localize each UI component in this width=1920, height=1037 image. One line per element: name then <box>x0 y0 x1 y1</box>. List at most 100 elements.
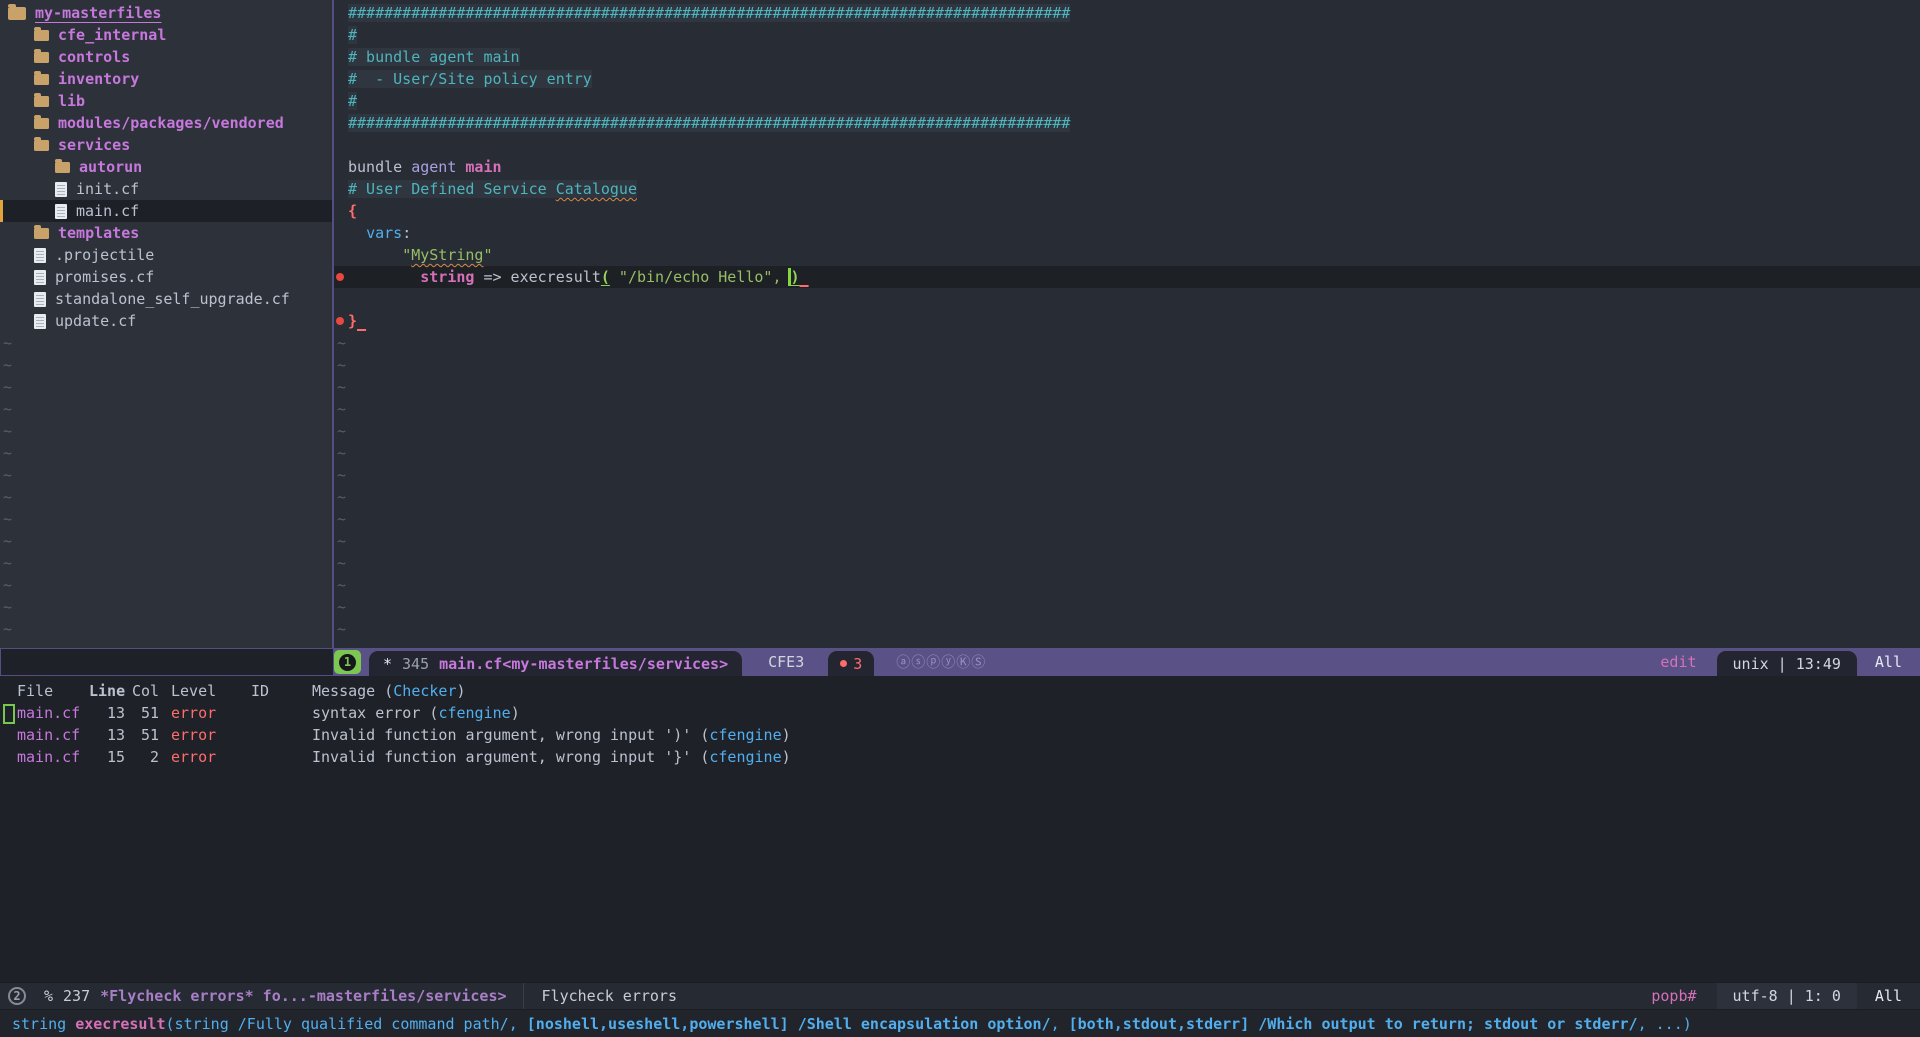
empty-line-tilde: ~ <box>334 596 1920 618</box>
buffer-info-chip[interactable]: * 345 main.cf<my-masterfiles/services> <box>369 651 742 676</box>
line-content: # User Defined Service Catalogue <box>348 178 637 200</box>
tree-item[interactable]: cfe_internal <box>0 24 332 46</box>
line-content: ########################################… <box>348 2 1070 24</box>
tree-item-label: inventory <box>58 70 139 88</box>
empty-line-tilde: ~ <box>0 486 332 508</box>
editor-line[interactable]: # <box>334 24 1920 46</box>
tree-item[interactable]: .projectile <box>0 244 332 266</box>
tree-root-item[interactable]: my-masterfiles <box>0 2 332 24</box>
flycheck-error-count-chip[interactable]: 3 <box>828 651 874 676</box>
modeline-row: 1 * 345 main.cf<my-masterfiles/services>… <box>0 648 1920 676</box>
editor-line[interactable]: ########################################… <box>334 2 1920 24</box>
tree-item[interactable]: controls <box>0 46 332 68</box>
tree-item[interactable]: update.cf <box>0 310 332 332</box>
buffer-size-2: 237 <box>63 987 90 1005</box>
tree-item[interactable]: main.cf <box>0 200 332 222</box>
tree-item[interactable]: promises.cf <box>0 266 332 288</box>
code-segment: Catalogue <box>556 180 637 198</box>
editor-line[interactable]: ########################################… <box>334 112 1920 134</box>
major-mode[interactable]: CFE3 <box>768 653 804 671</box>
line-content: ########################################… <box>348 112 1070 134</box>
line-content: bundle agent main <box>348 156 502 178</box>
buffer-size: 345 <box>402 655 429 673</box>
empty-line-tilde: ~ <box>0 574 332 596</box>
minor-mode-icons: ⓐⓢⓟⓨⓀⓈ <box>896 652 986 672</box>
popup-state: popb# <box>1651 987 1696 1005</box>
error-message-text: Invalid function argument, wrong input '… <box>312 748 709 766</box>
line-content: string => execresult( "/bin/echo Hello",… <box>348 266 809 288</box>
error-row[interactable]: main.cf1351errorsyntax error (cfengine) <box>0 702 1920 724</box>
editor-line[interactable] <box>334 288 1920 310</box>
header-col[interactable]: Col <box>132 682 159 700</box>
empty-line-tilde: ~ <box>0 420 332 442</box>
tree-root-label: my-masterfiles <box>35 4 161 22</box>
fringe <box>334 2 348 24</box>
modeline-active: 1 * 345 main.cf<my-masterfiles/services>… <box>334 648 1920 676</box>
fringe <box>334 222 348 244</box>
empty-line-tilde: ~ <box>334 442 1920 464</box>
editor-line[interactable]: # User Defined Service Catalogue <box>334 178 1920 200</box>
fringe <box>334 68 348 90</box>
empty-line-tilde: ~ <box>0 442 332 464</box>
eldoc-signature: string execresult(string /Fully qualifie… <box>12 1015 1692 1033</box>
editor-line[interactable] <box>334 134 1920 156</box>
empty-line-tilde: ~ <box>334 398 1920 420</box>
error-col: 51 <box>132 726 159 744</box>
error-line: 13 <box>89 726 125 744</box>
tree-item[interactable]: lib <box>0 90 332 112</box>
error-row[interactable]: main.cf152errorInvalid function argument… <box>0 746 1920 768</box>
code-segment <box>348 268 420 286</box>
errors-rows: main.cf1351errorsyntax error (cfengine) m… <box>0 702 1920 768</box>
editor-line[interactable]: bundle agent main <box>334 156 1920 178</box>
eldoc-segment: (string /Fully qualified command path/, <box>166 1015 527 1033</box>
code-segment: { <box>348 202 357 220</box>
file-icon <box>34 314 46 329</box>
editor-line[interactable]: { <box>334 200 1920 222</box>
empty-line-tilde: ~ <box>334 530 1920 552</box>
tree-item-label: autorun <box>79 158 142 176</box>
error-row[interactable]: main.cf1351errorInvalid function argumen… <box>0 724 1920 746</box>
file-icon <box>34 292 46 307</box>
error-level: error <box>171 704 231 722</box>
editor-line[interactable]: # - User/Site policy entry <box>334 68 1920 90</box>
tree-items: cfe_internalcontrols inventory libmodules/… <box>0 24 332 332</box>
editor-line[interactable]: vars: <box>334 222 1920 244</box>
treemacs-sidebar[interactable]: my-masterfiles cfe_internalcontrols inven… <box>0 0 332 648</box>
error-checker: cfengine <box>709 726 781 744</box>
line-content: # - User/Site policy entry <box>348 68 592 90</box>
code-segment <box>357 312 366 330</box>
error-checker: cfengine <box>709 748 781 766</box>
tree-item[interactable]: modules/packages/vendored <box>0 112 332 134</box>
tree-item[interactable]: init.cf <box>0 178 332 200</box>
tree-item[interactable]: inventory <box>0 68 332 90</box>
code-segment: ( <box>601 268 610 286</box>
window-number-badge: 1 <box>334 650 361 674</box>
error-count: 3 <box>853 655 862 673</box>
code-segment: => execresult <box>474 268 600 286</box>
error-dot-icon <box>336 317 344 325</box>
header-id[interactable]: ID <box>251 682 291 700</box>
editor-line[interactable]: } <box>334 310 1920 332</box>
editor-line[interactable]: # bundle agent main <box>334 46 1920 68</box>
empty-line-tilde: ~ <box>334 486 1920 508</box>
flycheck-errors-window[interactable]: File Line Col Level ID Message (Checker)… <box>0 676 1920 982</box>
header-level[interactable]: Level <box>171 682 231 700</box>
line-content: vars: <box>348 222 411 244</box>
header-line[interactable]: Line <box>89 682 125 700</box>
editor-buffer[interactable]: ########################################… <box>334 0 1920 648</box>
error-file: main.cf <box>17 726 89 744</box>
tree-item-label: update.cf <box>55 312 136 330</box>
editor-line[interactable]: string => execresult( "/bin/echo Hello",… <box>334 266 1920 288</box>
header-checker: Checker <box>393 682 456 700</box>
tree-item[interactable]: standalone_self_upgrade.cf <box>0 288 332 310</box>
encoding-position-chip: utf-8 | 1: 0 <box>1717 983 1857 1009</box>
top-windows: my-masterfiles cfe_internalcontrols inven… <box>0 0 1920 648</box>
tree-item[interactable]: autorun <box>0 156 332 178</box>
tree-item[interactable]: templates <box>0 222 332 244</box>
major-mode-2[interactable]: Flycheck errors <box>542 987 677 1005</box>
editor-line[interactable]: "MyString" <box>334 244 1920 266</box>
error-col: 2 <box>132 748 159 766</box>
tree-item[interactable]: services <box>0 134 332 156</box>
editor-line[interactable]: # <box>334 90 1920 112</box>
tree-empty-lines: ~~~~~~~~~~~~~~ <box>0 332 332 640</box>
